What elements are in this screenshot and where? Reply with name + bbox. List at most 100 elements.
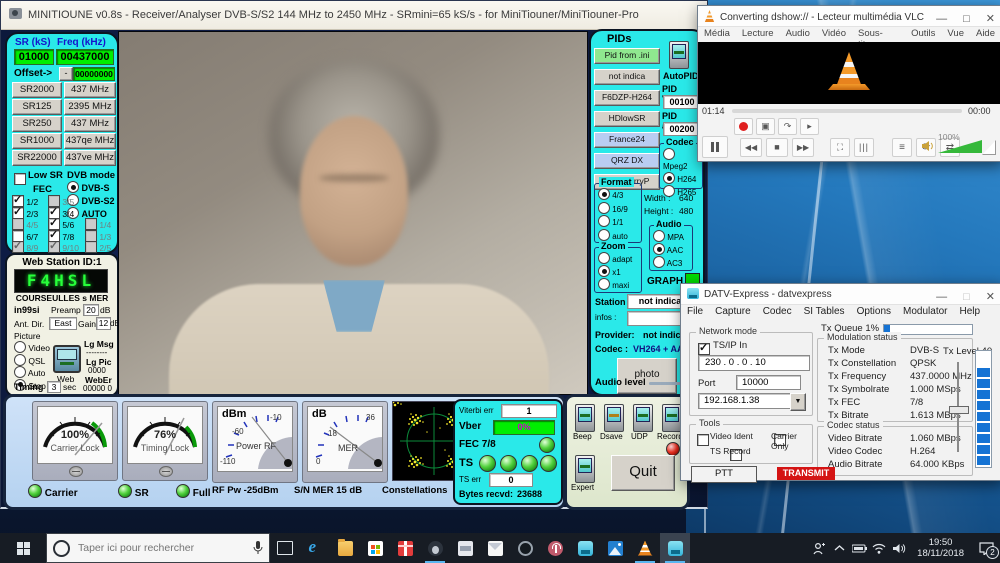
- expert-switch[interactable]: [575, 455, 595, 483]
- radio-icon[interactable]: [653, 256, 665, 268]
- radio-icon[interactable]: [598, 215, 610, 227]
- taskbar-app[interactable]: [330, 533, 360, 563]
- checkbox-icon[interactable]: [48, 241, 60, 253]
- freq-preset-button[interactable]: 2395 MHz: [64, 99, 116, 115]
- equalizer-button[interactable]: |||: [854, 138, 874, 157]
- radio-icon[interactable]: [663, 148, 675, 160]
- notification-center-icon[interactable]: 2: [972, 533, 1000, 563]
- gain-field[interactable]: 12: [96, 317, 111, 330]
- microphone-icon[interactable]: [253, 541, 263, 555]
- start-button[interactable]: [0, 533, 46, 563]
- zoom-option[interactable]: maxi: [598, 278, 639, 291]
- menu-item[interactable]: Média: [698, 26, 736, 42]
- fec-option[interactable]: 1/4: [85, 218, 111, 230]
- pause-button[interactable]: [702, 136, 728, 158]
- radio-icon[interactable]: [598, 278, 610, 290]
- people-icon[interactable]: [809, 533, 829, 563]
- fec-option[interactable]: 1/3: [85, 230, 111, 242]
- volume-slider[interactable]: [938, 140, 994, 153]
- fullscreen-button[interactable]: ⛶: [830, 138, 850, 157]
- format-option[interactable]: 1/1: [598, 215, 639, 229]
- freq-preset-button[interactable]: 437ve MHz: [64, 150, 116, 166]
- audio-option[interactable]: AC3: [653, 256, 690, 269]
- radio-icon[interactable]: [14, 341, 26, 353]
- taskbar-app[interactable]: [660, 533, 690, 563]
- picture-mode-option[interactable]: Auto: [14, 366, 50, 379]
- slider-thumb[interactable]: [949, 406, 969, 414]
- format-option[interactable]: 4/3: [598, 188, 639, 202]
- freq-preset-button[interactable]: 437qe MHz: [64, 133, 116, 149]
- frame-step-button[interactable]: ▸: [800, 118, 819, 135]
- pid-audio-field[interactable]: 00200: [663, 122, 701, 136]
- low-sr-checkbox[interactable]: [14, 173, 26, 185]
- previous-button[interactable]: ◀◀: [740, 138, 762, 157]
- volume-icon[interactable]: [889, 533, 909, 563]
- menu-item[interactable]: Outils: [905, 26, 941, 42]
- web-button[interactable]: [53, 345, 81, 373]
- picture-mode-option[interactable]: Video: [14, 341, 50, 354]
- menu-item[interactable]: Lecture: [736, 26, 780, 42]
- menu-item[interactable]: Modulator: [897, 304, 953, 320]
- record-button[interactable]: [734, 118, 753, 135]
- menu-item[interactable]: Help: [954, 304, 987, 320]
- fec-option[interactable]: 2/5: [85, 241, 111, 253]
- taskbar-app[interactable]: [570, 533, 600, 563]
- menu-item[interactable]: Options: [851, 304, 897, 320]
- checkbox-icon[interactable]: [85, 241, 97, 253]
- ip-field[interactable]: 230 . 0 . 0 . 10: [698, 355, 810, 371]
- taskbar-app[interactable]: [390, 533, 420, 563]
- interface-select[interactable]: 192.168.1.38: [698, 393, 797, 409]
- fec-option[interactable]: 2/3: [12, 207, 48, 219]
- photo-button[interactable]: photo: [617, 358, 677, 394]
- menu-item[interactable]: Vidéo: [816, 26, 852, 42]
- freq-preset-button[interactable]: 437 MHz: [64, 116, 116, 132]
- quit-button[interactable]: Quit: [611, 455, 675, 491]
- taskbar-app[interactable]: [480, 533, 510, 563]
- dvb-mode-option[interactable]: DVB-S: [67, 181, 115, 194]
- radio-icon[interactable]: [598, 188, 610, 200]
- zoom-option[interactable]: x1: [598, 265, 639, 278]
- pid-preset-button[interactable]: QRZ DX: [594, 153, 660, 169]
- port-field[interactable]: 10000: [736, 375, 801, 390]
- pid-preset-button[interactable]: France24: [594, 132, 660, 148]
- freq-preset-button[interactable]: 437 MHz: [64, 82, 116, 98]
- radio-icon[interactable]: [14, 354, 26, 366]
- checkbox-icon[interactable]: [12, 218, 24, 230]
- task-view-button[interactable]: [270, 533, 300, 563]
- checkbox-icon[interactable]: [85, 230, 97, 242]
- taskbar-app[interactable]: [420, 533, 450, 563]
- radio-icon[interactable]: [14, 366, 26, 378]
- playlist-button[interactable]: ≡: [892, 138, 912, 157]
- codec-option[interactable]: Mpeg2: [663, 148, 700, 172]
- snapshot-button[interactable]: ▣: [756, 118, 775, 135]
- radio-icon[interactable]: [598, 229, 610, 241]
- radio-icon[interactable]: [598, 265, 610, 277]
- minitioune-titlebar[interactable]: MINITIOUNE v0.8s - Receiver/Analyser DVB…: [1, 1, 707, 30]
- timing-field[interactable]: 3: [47, 381, 61, 393]
- pid-preset-button[interactable]: HDlowSR: [594, 111, 660, 127]
- preamp-field[interactable]: 20: [83, 304, 99, 316]
- taskbar-app[interactable]: [300, 533, 330, 563]
- udp-switch[interactable]: [633, 404, 653, 432]
- sr-preset-button[interactable]: SR1000: [12, 133, 62, 149]
- pid-preset-button[interactable]: Pid from .ini: [594, 48, 660, 64]
- fec-option[interactable]: 8/9: [12, 241, 48, 253]
- radio-icon[interactable]: [598, 252, 610, 264]
- ptt-button[interactable]: PTT: [691, 466, 757, 483]
- menu-item[interactable]: SI Tables: [798, 304, 851, 320]
- fec-option[interactable]: 9/10: [48, 241, 86, 253]
- radio-icon[interactable]: [598, 202, 610, 214]
- checkbox-icon[interactable]: [85, 218, 97, 230]
- chevron-up-icon[interactable]: [829, 533, 849, 563]
- search-input[interactable]: [76, 541, 247, 555]
- format-option[interactable]: 16/9: [598, 202, 639, 216]
- audio-option[interactable]: MPA: [653, 230, 690, 243]
- menu-item[interactable]: Aide: [970, 26, 1000, 42]
- beep-switch[interactable]: [575, 404, 595, 432]
- sr-preset-button[interactable]: SR250: [12, 116, 62, 132]
- next-button[interactable]: ▶▶: [792, 138, 814, 157]
- taskbar-app[interactable]: [450, 533, 480, 563]
- seek-bar[interactable]: [732, 109, 962, 113]
- radio-icon[interactable]: [663, 172, 675, 184]
- video-ident-checkbox[interactable]: [697, 434, 709, 446]
